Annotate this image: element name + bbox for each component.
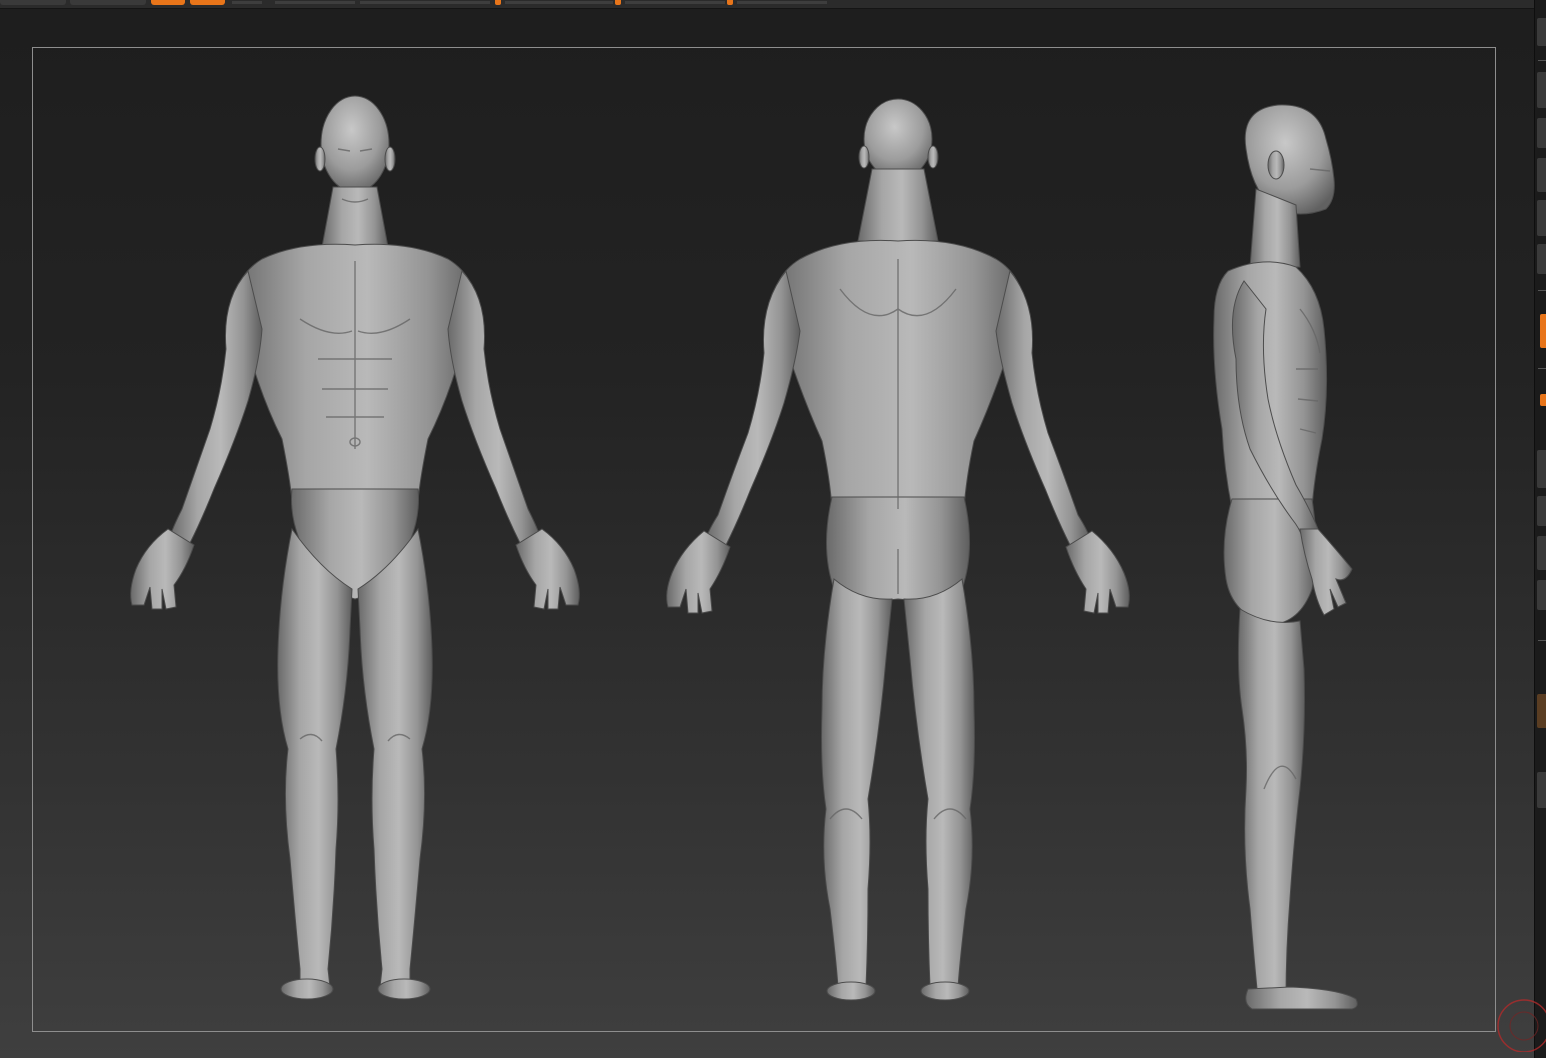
shelf-separator [1538, 640, 1546, 641]
toolbar-slider-track[interactable] [737, 1, 827, 4]
toolbar-toggle-active[interactable] [151, 0, 185, 5]
toolbar-separator [232, 1, 262, 4]
document-canvas[interactable] [0, 9, 1534, 1058]
shelf-separator [1538, 368, 1546, 369]
navigation-gizmo-icon[interactable] [1494, 992, 1546, 1052]
shelf-button[interactable] [1537, 496, 1546, 526]
right-shelf [1534, 0, 1546, 1058]
shelf-button[interactable] [1537, 158, 1546, 192]
front-view-figure [130, 95, 580, 1000]
toolbar-button[interactable] [0, 0, 66, 5]
top-toolbar [0, 0, 1534, 9]
shelf-button[interactable] [1537, 244, 1546, 274]
shelf-button[interactable] [1537, 72, 1546, 108]
toolbar-slider-handle[interactable] [495, 0, 501, 5]
toolbar-slider-track[interactable] [275, 1, 355, 4]
shelf-button[interactable] [1537, 580, 1546, 610]
shelf-button[interactable] [1537, 118, 1546, 148]
toolbar-toggle-active[interactable] [190, 0, 225, 5]
shelf-separator [1538, 290, 1546, 291]
toolbar-slider-track[interactable] [505, 1, 613, 4]
shelf-button[interactable] [1537, 694, 1546, 728]
toolbar-slider-handle[interactable] [615, 0, 621, 5]
shelf-button[interactable] [1537, 450, 1546, 488]
model-render [130, 95, 1358, 1010]
toolbar-slider-track[interactable] [625, 1, 725, 4]
shelf-button[interactable] [1537, 18, 1546, 46]
shelf-button[interactable] [1537, 536, 1546, 570]
toolbar-slider-track[interactable] [360, 1, 490, 4]
shelf-button[interactable] [1537, 200, 1546, 236]
shelf-toggle-active[interactable] [1540, 394, 1546, 406]
shelf-toggle-active[interactable] [1540, 314, 1546, 348]
shelf-button[interactable] [1537, 772, 1546, 808]
side-view-figure [1213, 104, 1358, 1010]
shelf-separator [1538, 60, 1546, 61]
toolbar-button[interactable] [70, 0, 146, 5]
zbrush-window [0, 0, 1546, 1058]
toolbar-slider-handle[interactable] [727, 0, 733, 5]
